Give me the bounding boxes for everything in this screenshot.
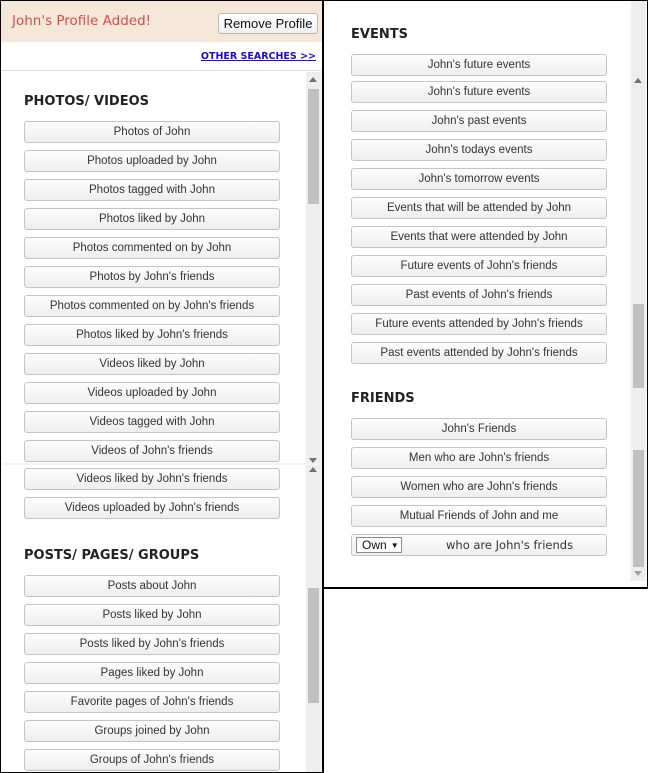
- option-button[interactable]: Pages liked by John: [24, 662, 280, 684]
- option-button[interactable]: Videos liked by John's friends: [24, 468, 280, 490]
- scroll-up-arrow-icon[interactable]: [309, 77, 317, 82]
- section-title-posts-pages-groups: POSTS/ PAGES/ GROUPS: [24, 548, 200, 563]
- relation-suffix-label: who are John's friends: [446, 538, 574, 552]
- search-options-panel-right: EVENTS John's future events John's futur…: [322, 0, 648, 589]
- section-title-photos-videos: PHOTOS/ VIDEOS: [24, 94, 149, 109]
- scrollbar-thumb[interactable]: [308, 588, 319, 703]
- option-button[interactable]: Photos tagged with John: [24, 179, 280, 201]
- option-button[interactable]: John's future events: [351, 54, 607, 76]
- scroll-up-arrow-icon[interactable]: [309, 467, 317, 472]
- other-searches-link[interactable]: OTHER SEARCHES >>: [201, 51, 316, 62]
- other-searches-row: OTHER SEARCHES >>: [1, 42, 322, 71]
- scroll-down-arrow-icon[interactable]: [309, 458, 317, 463]
- option-button[interactable]: Mutual Friends of John and me: [351, 505, 607, 527]
- option-button[interactable]: Posts liked by John: [24, 604, 280, 626]
- search-options-panel-left: John's Profile Added! Remove Profile OTH…: [0, 0, 324, 773]
- relation-select[interactable]: Own ▼: [356, 537, 402, 553]
- scroll-down-arrow-icon[interactable]: [634, 571, 642, 576]
- option-button[interactable]: Past events attended by John's friends: [351, 342, 607, 364]
- option-button[interactable]: Videos uploaded by John: [24, 382, 280, 404]
- option-button[interactable]: John's Friends: [351, 418, 607, 440]
- scrollbar-upper[interactable]: [306, 72, 321, 463]
- section-title-friends: FRIENDS: [351, 391, 415, 406]
- option-button[interactable]: Favorite pages of John's friends: [24, 691, 280, 713]
- option-button[interactable]: Posts liked by John's friends: [24, 633, 280, 655]
- scrollbar-lower[interactable]: [306, 465, 321, 772]
- remove-profile-button[interactable]: Remove Profile: [218, 13, 318, 34]
- option-button[interactable]: Photos commented on by John's friends: [24, 295, 280, 317]
- list-content: PHOTOS/ VIDEOS Photos of John Photos upl…: [1, 72, 322, 772]
- option-button[interactable]: Past events of John's friends: [351, 284, 607, 306]
- events-friends-list: EVENTS John's future events John's futur…: [326, 1, 646, 581]
- scroll-up-arrow-icon[interactable]: [634, 78, 642, 83]
- divider: [1, 463, 322, 465]
- option-button[interactable]: Future events attended by John's friends: [351, 313, 607, 335]
- photos-videos-list: PHOTOS/ VIDEOS Photos of John Photos upl…: [1, 72, 322, 772]
- option-button[interactable]: Videos of John's friends: [24, 440, 280, 462]
- option-button[interactable]: Videos liked by John: [24, 353, 280, 375]
- option-button[interactable]: John's past events: [351, 110, 607, 132]
- relation-select-value: Own: [362, 538, 387, 552]
- option-button[interactable]: John's tomorrow events: [351, 168, 607, 190]
- option-button[interactable]: Photos liked by John: [24, 208, 280, 230]
- option-button[interactable]: Videos tagged with John: [24, 411, 280, 433]
- scrollbar-thumb[interactable]: [633, 304, 644, 388]
- relation-friends-option[interactable]: Own ▼ who are John's friends: [351, 534, 607, 556]
- section-title-events: EVENTS: [351, 27, 408, 42]
- option-button[interactable]: Events that will be attended by John: [351, 197, 607, 219]
- scrollbar-thumb[interactable]: [633, 450, 644, 567]
- option-button[interactable]: Future events of John's friends: [351, 255, 607, 277]
- dropdown-triangle-icon: ▼: [390, 541, 399, 550]
- option-button[interactable]: Photos by John's friends: [24, 266, 280, 288]
- option-button[interactable]: Events that were attended by John: [351, 226, 607, 248]
- option-button[interactable]: Men who are John's friends: [351, 447, 607, 469]
- option-button[interactable]: Groups joined by John: [24, 720, 280, 742]
- profile-added-message: John's Profile Added!: [12, 13, 152, 29]
- option-button[interactable]: Women who are John's friends: [351, 476, 607, 498]
- option-button[interactable]: Photos liked by John's friends: [24, 324, 280, 346]
- option-button[interactable]: Groups of John's friends: [24, 749, 280, 771]
- option-button[interactable]: Photos of John: [24, 121, 280, 143]
- profile-added-banner: John's Profile Added! Remove Profile: [1, 1, 322, 42]
- option-button[interactable]: Photos commented on by John: [24, 237, 280, 259]
- option-button[interactable]: Videos uploaded by John's friends: [24, 497, 280, 519]
- option-button[interactable]: Photos uploaded by John: [24, 150, 280, 172]
- scrollbar-right[interactable]: [631, 1, 646, 581]
- option-button[interactable]: John's future events: [351, 81, 607, 103]
- option-button[interactable]: John's todays events: [351, 139, 607, 161]
- option-button[interactable]: Posts about John: [24, 575, 280, 597]
- scrollbar-thumb[interactable]: [308, 89, 319, 204]
